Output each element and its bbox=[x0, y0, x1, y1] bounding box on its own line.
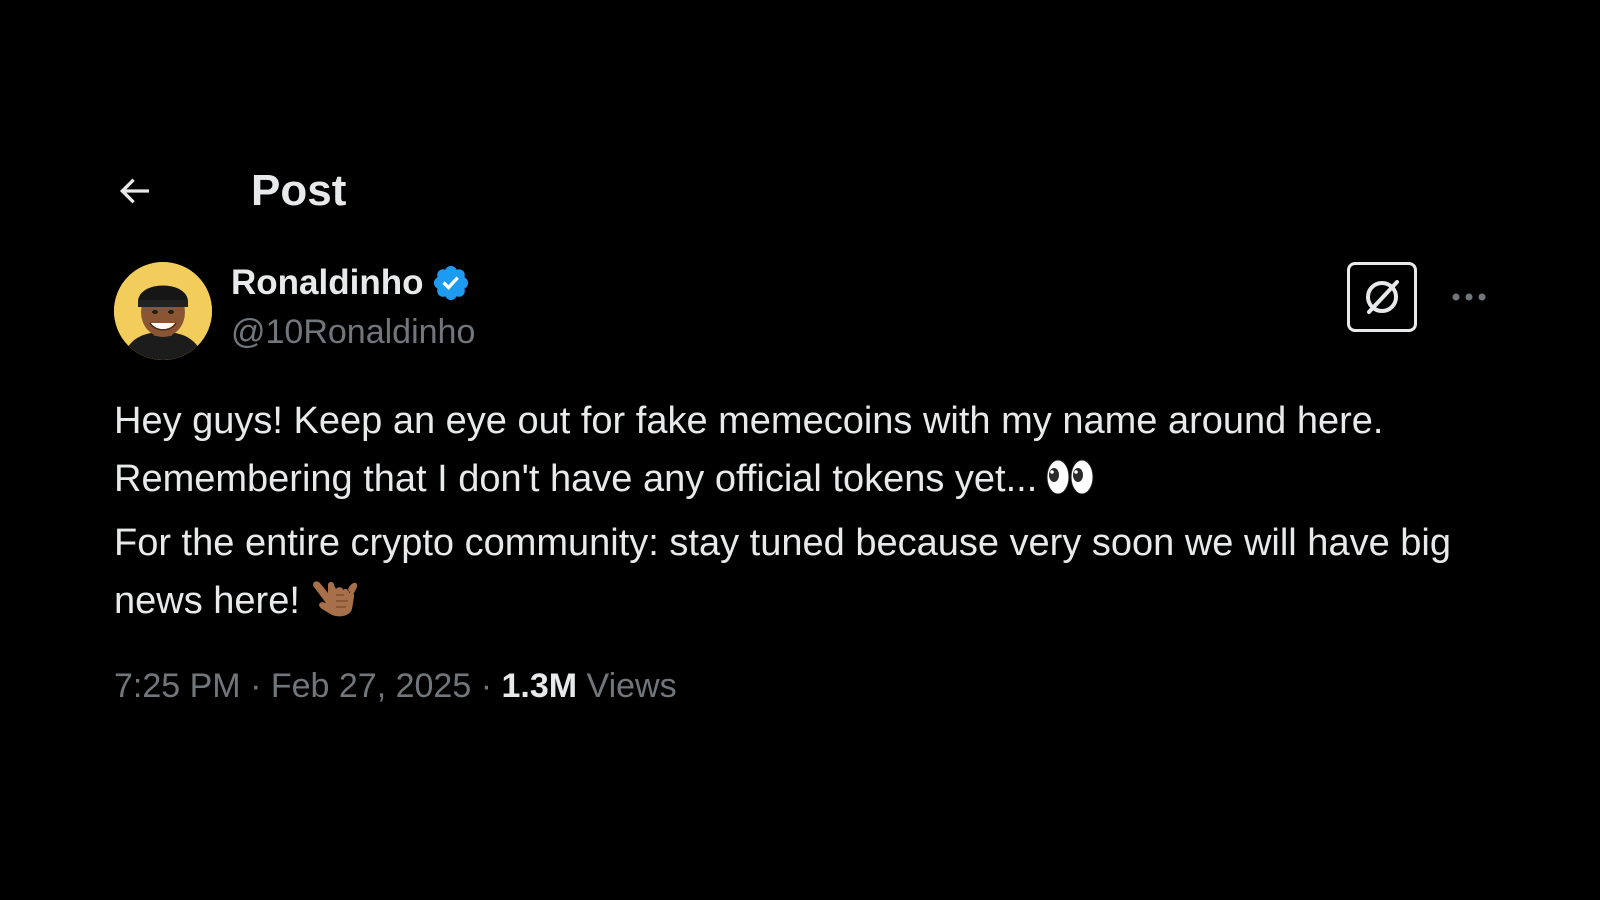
post-meta: 7:25 PM · Feb 27, 2025 · 1.3M Views bbox=[114, 664, 677, 708]
avatar[interactable] bbox=[114, 262, 212, 360]
verified-badge-icon[interactable] bbox=[431, 263, 471, 303]
arrow-left-icon bbox=[119, 178, 149, 204]
call-me-hand-emoji bbox=[308, 575, 360, 636]
post-text-paragraph-1: Hey guys! Keep an eye out for fake memec… bbox=[114, 400, 1384, 500]
author-names: Ronaldinho @10Ronaldinho bbox=[231, 262, 475, 354]
more-horizontal-icon bbox=[1452, 293, 1486, 301]
author-handle[interactable]: @10Ronaldinho bbox=[231, 310, 475, 354]
grok-button[interactable] bbox=[1347, 262, 1417, 332]
display-name-row: Ronaldinho bbox=[231, 262, 475, 304]
meta-separator: · bbox=[250, 667, 262, 705]
avatar-image bbox=[114, 262, 212, 360]
views-label[interactable]: Views bbox=[587, 667, 677, 705]
back-button[interactable] bbox=[114, 167, 162, 215]
post-text-line-2: For the entire crypto community: stay tu… bbox=[114, 514, 1454, 636]
more-options-button[interactable] bbox=[1444, 272, 1494, 322]
views-count[interactable]: 1.3M bbox=[501, 667, 577, 705]
post-author-row: Ronaldinho @10Ronaldinho bbox=[114, 262, 1486, 362]
post-time[interactable]: 7:25 PM bbox=[114, 667, 241, 705]
post-text-line-1: Hey guys! Keep an eye out for fake memec… bbox=[114, 392, 1454, 514]
author-display-name[interactable]: Ronaldinho bbox=[231, 262, 423, 304]
post-date[interactable]: Feb 27, 2025 bbox=[271, 667, 471, 705]
eyes-emoji bbox=[1045, 456, 1095, 514]
page-title: Post bbox=[251, 166, 347, 215]
grok-icon bbox=[1366, 280, 1399, 314]
post-text: Hey guys! Keep an eye out for fake memec… bbox=[114, 392, 1454, 636]
meta-separator: · bbox=[480, 667, 493, 705]
post-header: Post bbox=[114, 160, 346, 222]
